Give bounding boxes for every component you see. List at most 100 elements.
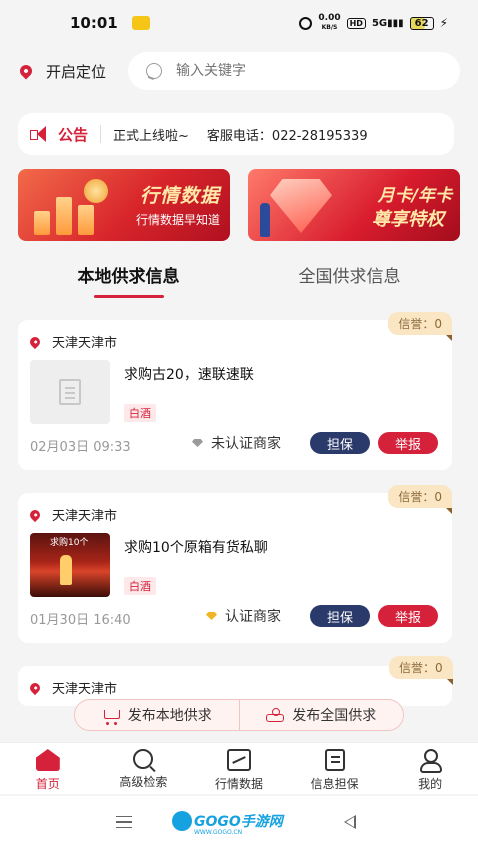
nav-advanced-search[interactable]: 高级检索 <box>96 743 192 794</box>
post-location: 天津天津市 <box>27 505 118 524</box>
bottom-nav: 首页 高级检索 行情数据 信息担保 我的 <box>0 742 478 794</box>
liquor-bottle-image <box>60 555 72 585</box>
publish-bar: 发布本地供求 发布全国供求 <box>74 699 404 731</box>
speaker-icon <box>30 126 50 142</box>
notification-emoji-icon <box>131 16 150 30</box>
post-title: 求购10个原箱有货私聊 <box>124 540 268 556</box>
battery-icon: 62 <box>409 16 434 30</box>
report-button[interactable]: 举报 <box>378 432 438 454</box>
nav-mine[interactable]: 我的 <box>382 743 478 794</box>
divider <box>100 125 102 143</box>
back-icon[interactable] <box>344 815 356 829</box>
signal-icon: 5G▮▮▮ <box>371 17 404 29</box>
system-nav-bar: GOGO手游网 WWW.GOGO.CN <box>0 796 478 850</box>
post-city: 天津天津市 <box>52 509 118 524</box>
publish-national-button[interactable]: 发布全国供求 <box>240 700 404 730</box>
nav-label: 高级检索 <box>119 775 168 789</box>
battery-level: 62 <box>414 17 429 29</box>
post-title: 求购古20，速联速联 <box>124 367 254 383</box>
announcement-bar[interactable]: 公告 正式上线啦~ 客服电话：022-28195339 <box>18 113 454 155</box>
guarantee-button[interactable]: 担保 <box>310 605 370 627</box>
nav-label: 行情数据 <box>214 777 263 791</box>
supply-demand-tabs: 本地供求信息 全国供求信息 <box>18 262 460 298</box>
post-city: 天津天津市 <box>52 682 118 697</box>
search-input[interactable] <box>176 63 426 79</box>
status-time: 10:01 <box>70 14 118 32</box>
network-speed: 0.00 KB/S <box>318 14 340 32</box>
post-thumbnail[interactable] <box>30 360 110 424</box>
watermark-text: GOGO手游网 <box>194 814 283 830</box>
nav-market-data[interactable]: 行情数据 <box>191 743 287 794</box>
watermark-logo-icon <box>172 811 192 831</box>
banner-title: 月卡/年卡 <box>377 186 452 206</box>
watermark: GOGO手游网 WWW.GOGO.CN <box>172 811 283 836</box>
location-pin-icon <box>27 680 43 695</box>
user-icon <box>418 749 443 773</box>
charging-icon: ⚡ <box>439 16 448 30</box>
signal-label: 5G <box>371 17 388 29</box>
location-pin-icon <box>27 334 43 349</box>
tab-local[interactable]: 本地供求信息 <box>18 262 239 298</box>
cart-icon <box>102 708 120 725</box>
tab-national[interactable]: 全国供求信息 <box>239 262 460 298</box>
location-pin-icon[interactable] <box>17 62 35 80</box>
nav-label: 我的 <box>418 777 443 791</box>
handshake-icon <box>266 708 285 722</box>
post-location: 天津天津市 <box>27 332 118 351</box>
menu-icon[interactable] <box>116 816 132 828</box>
photo-caption: 求购10个 <box>50 538 89 548</box>
merchant-status: 认证商家 <box>206 606 281 626</box>
search-bar[interactable] <box>128 52 460 90</box>
enable-location-button[interactable]: 开启定位 <box>46 61 106 82</box>
banner-subtitle: 尊享特权 <box>372 209 444 230</box>
credit-badge: 信誉：0 <box>388 485 452 514</box>
nav-home[interactable]: 首页 <box>0 743 96 794</box>
publish-local-label: 发布本地供求 <box>127 708 212 724</box>
post-card[interactable]: 信誉：0 天津天津市 求购古20，速联速联 白酒 02月03日 09:33 未认… <box>18 312 452 470</box>
placeholder-image-icon <box>59 379 81 405</box>
announcement-label: 公告 <box>58 125 89 144</box>
status-indicators: 0.00 KB/S HD 5G▮▮▮ 62 ⚡ <box>299 14 448 32</box>
network-speed-value: 0.00 <box>318 13 341 23</box>
merchant-status: 未认证商家 <box>192 433 281 453</box>
nav-info-guarantee[interactable]: 信息担保 <box>287 743 383 794</box>
merchant-status-label: 未认证商家 <box>211 436 281 452</box>
search-icon <box>133 749 154 769</box>
report-button[interactable]: 举报 <box>378 605 438 627</box>
post-date: 01月30日 16:40 <box>30 613 131 628</box>
post-city: 天津天津市 <box>52 336 118 351</box>
home-icon <box>35 749 60 771</box>
announcement-text: 正式上线啦~ <box>113 128 189 144</box>
nav-label: 首页 <box>35 777 60 791</box>
nav-label: 信息担保 <box>310 777 359 791</box>
credit-badge: 信誉：0 <box>388 312 452 341</box>
header: 开启定位 <box>17 52 460 90</box>
diamond-icon <box>206 612 217 620</box>
chart-icon <box>226 749 251 771</box>
guarantee-button[interactable]: 担保 <box>310 432 370 454</box>
category-tag: 白酒 <box>124 577 156 595</box>
membership-banner[interactable]: 月卡/年卡 尊享特权 <box>248 169 460 241</box>
alarm-icon <box>299 16 313 30</box>
banner-row: 行情数据 行情数据早知道 月卡/年卡 尊享特权 <box>18 169 460 241</box>
banner-title: 行情数据 <box>139 185 220 207</box>
service-phone: 客服电话：022-28195339 <box>206 128 368 144</box>
post-thumbnail[interactable]: 求购10个 <box>30 533 110 597</box>
search-icon <box>146 63 162 79</box>
merchant-status-label: 认证商家 <box>225 609 281 625</box>
status-bar: 10:01 0.00 KB/S HD 5G▮▮▮ 62 ⚡ <box>0 0 478 46</box>
banner-subtitle: 行情数据早知道 <box>135 213 220 227</box>
location-pin-icon <box>27 507 43 522</box>
gem-illustration <box>270 179 332 233</box>
category-tag: 白酒 <box>124 404 156 422</box>
post-card[interactable]: 信誉：0 天津天津市 求购10个 求购10个原箱有货私聊 白酒 01月30日 1… <box>18 485 452 643</box>
post-location: 天津天津市 <box>27 678 118 697</box>
document-icon <box>324 749 345 771</box>
post-date: 02月03日 09:33 <box>30 440 131 455</box>
diamond-icon <box>192 439 203 447</box>
publish-national-label: 发布全国供求 <box>292 708 377 724</box>
market-data-banner[interactable]: 行情数据 行情数据早知道 <box>18 169 230 241</box>
hd-badge: HD <box>346 17 366 29</box>
publish-local-button[interactable]: 发布本地供求 <box>75 700 239 730</box>
network-speed-unit: KB/S <box>321 24 338 31</box>
